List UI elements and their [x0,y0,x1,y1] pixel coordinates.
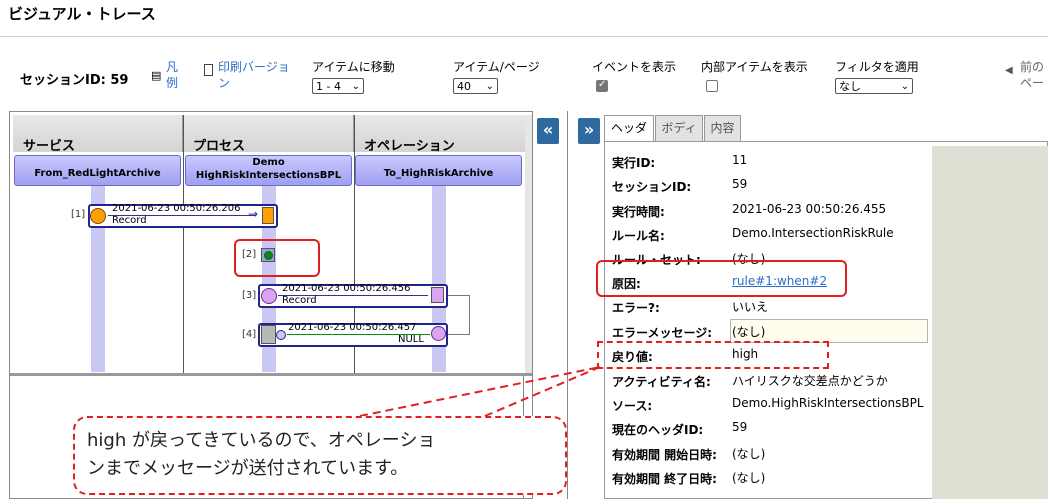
callout-line: ンまでメッセージが送付されています。 [87,458,409,479]
callout-line: high が戻ってきているので、オペレーショ [87,430,436,451]
leader-line [484,366,601,417]
annotation-callout: high が戻ってきているので、オペレーショ ンまでメッセージが送付されています… [73,416,567,495]
leader-line [359,366,601,417]
